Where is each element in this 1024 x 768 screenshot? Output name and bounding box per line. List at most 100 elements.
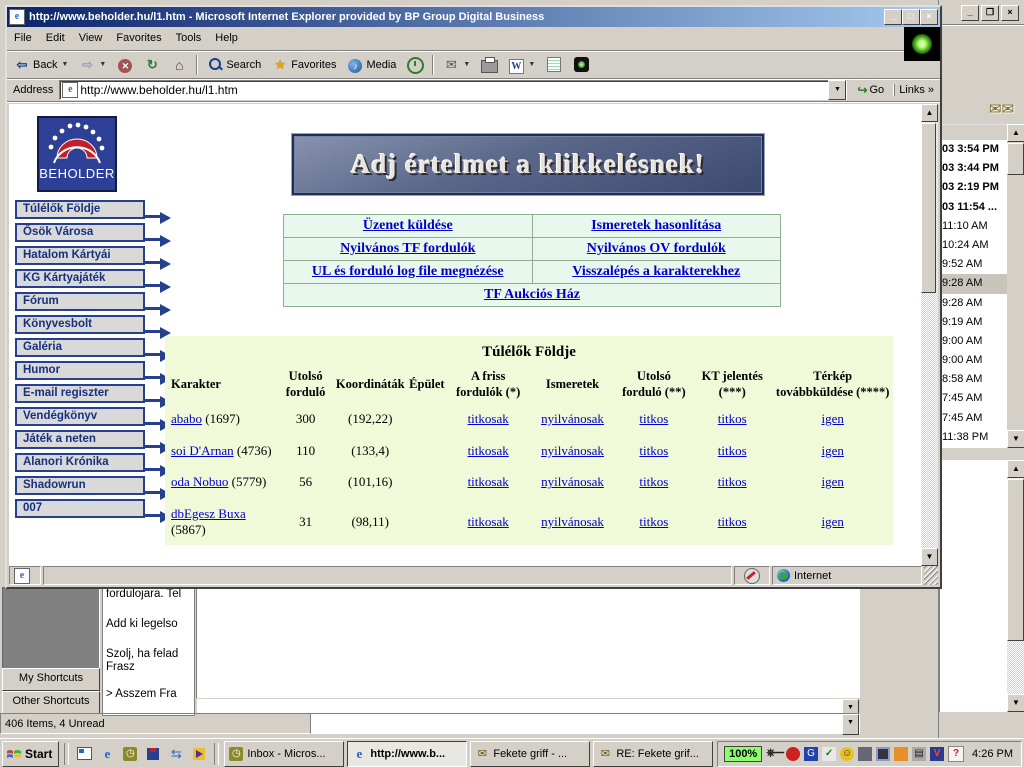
tray-printer-icon[interactable]: ▤ <box>912 747 926 761</box>
character-link[interactable]: ababo <box>171 411 202 426</box>
map-forward-link[interactable]: igen <box>821 411 843 426</box>
last-turn-link[interactable]: titkos <box>639 411 668 426</box>
maximize-icon[interactable]: □ <box>902 9 920 25</box>
link-uzenet-kuldese[interactable]: Üzenet küldése <box>363 218 453 233</box>
link-ul-log-file[interactable]: UL és forduló log file megnézése <box>312 264 504 279</box>
menu-edit[interactable]: Edit <box>39 27 72 50</box>
scroll-down-icon[interactable]: ▼ <box>1007 430 1024 448</box>
forward-button[interactable]: ⇨ ▼ <box>74 54 111 76</box>
list-item[interactable]: 7:45 AM <box>940 409 1008 428</box>
sidebar-item-alanori-kronika[interactable]: Alanori Krónika <box>15 453 145 472</box>
scrollbar-thumb[interactable] <box>921 123 936 293</box>
task-re-fekete-griff[interactable]: ✉ RE: Fekete grif... <box>593 741 713 767</box>
task-inbox[interactable]: ◷ Inbox - Micros... <box>224 741 344 767</box>
ie-launch-icon[interactable]: e <box>97 744 117 764</box>
media-player-icon[interactable] <box>189 744 209 764</box>
character-link[interactable]: soi D'Arnan <box>171 443 234 458</box>
address-field[interactable]: e ▼ <box>59 80 847 100</box>
sidebar-item-hatalom-kartyai[interactable]: Hatalom Kártyái <box>15 246 145 265</box>
map-forward-link[interactable]: igen <box>821 443 843 458</box>
map-forward-link[interactable]: igen <box>821 474 843 489</box>
tray-network-icon[interactable] <box>858 747 872 761</box>
character-link[interactable]: dbEgesz Buxa <box>171 506 246 521</box>
banner[interactable]: Adj értelmet a klikkelésnek! <box>292 134 764 195</box>
start-button[interactable]: Start <box>2 741 59 767</box>
ie-brand-button[interactable] <box>568 54 594 76</box>
tray-notes-icon[interactable] <box>894 747 908 761</box>
knowledge-link[interactable]: nyilvánosak <box>541 514 604 529</box>
tray-search-icon[interactable]: ? <box>948 746 964 762</box>
close-icon[interactable]: × <box>920 9 938 25</box>
kt-report-link[interactable]: titkos <box>718 411 747 426</box>
dropdown-icon[interactable]: ▼ <box>842 714 859 735</box>
minimize-icon[interactable]: _ <box>884 9 902 25</box>
fresh-turns-link[interactable]: titkosak <box>468 411 509 426</box>
close-icon[interactable]: × <box>1001 5 1019 21</box>
page-scrollbar[interactable]: ▲ ▼ <box>921 104 938 566</box>
list-item[interactable]: 11:38 PM <box>940 428 1008 447</box>
scrollbar-thumb[interactable] <box>1007 143 1024 175</box>
task-ie-beholder[interactable]: e http://www.b... <box>347 741 467 767</box>
tray-monitor-icon[interactable] <box>876 747 890 761</box>
menu-file[interactable]: File <box>7 27 39 50</box>
horizontal-scrollbar[interactable]: ▼ <box>196 698 860 714</box>
home-button[interactable]: ⌂ <box>166 54 192 76</box>
link-nyilvanos-ov-fordulok[interactable]: Nyilvános OV fordulók <box>587 241 726 256</box>
discuss-button[interactable] <box>541 54 567 76</box>
go-button[interactable]: ↪ Go <box>851 82 890 98</box>
last-turn-link[interactable]: titkos <box>639 514 668 529</box>
list-item[interactable]: 9:28 AM <box>940 294 1008 313</box>
list-item[interactable]: 03 3:44 PM <box>940 159 1008 178</box>
sidebar-item-konyvesbolt[interactable]: Könyvesbolt <box>15 315 145 334</box>
search-button[interactable]: Search <box>202 54 266 76</box>
link-tf-aukcios-haz[interactable]: TF Aukciós Ház <box>484 287 580 302</box>
tray-messenger-icon[interactable]: ☺ <box>840 747 854 761</box>
scroll-up-icon[interactable]: ▲ <box>1007 124 1024 142</box>
floppy-icon[interactable] <box>143 744 163 764</box>
reading-pane-scrollbar[interactable]: ▲ ▼ <box>1007 460 1024 712</box>
kt-report-link[interactable]: titkos <box>718 443 747 458</box>
list-scrollbar[interactable]: ▲ ▼ <box>1007 124 1024 448</box>
tray-display-settings-icon[interactable] <box>786 747 800 761</box>
resize-grip[interactable] <box>924 566 938 585</box>
character-link[interactable]: oda Nobuo <box>171 474 228 489</box>
address-input[interactable] <box>78 83 828 97</box>
sidebar-item-galeria[interactable]: Galéria <box>15 338 145 357</box>
scrollbar-thumb[interactable] <box>1007 479 1024 641</box>
list-item-selected[interactable]: 9:28 AM <box>940 274 1008 293</box>
edit-button[interactable]: W ▼ <box>503 54 540 76</box>
fresh-turns-link[interactable]: titkosak <box>468 474 509 489</box>
list-item[interactable]: 10:24 AM <box>940 236 1008 255</box>
list-column-header[interactable] <box>939 124 1009 141</box>
menu-tools[interactable]: Tools <box>169 27 209 50</box>
beholder-logo[interactable]: BEHOLDER <box>37 116 117 192</box>
map-forward-link[interactable]: igen <box>821 514 843 529</box>
link-ismeretek-hasonlitasa[interactable]: Ismeretek hasonlítása <box>591 218 721 233</box>
tray-app-icon[interactable]: G <box>804 747 818 761</box>
refresh-button[interactable]: ↻ <box>139 54 165 76</box>
list-item[interactable]: 8:58 AM <box>940 370 1008 389</box>
link-visszalepes[interactable]: Visszalépés a karakterekhez <box>572 264 740 279</box>
mail-button[interactable]: ✉ ▼ <box>438 54 475 76</box>
other-shortcuts-button[interactable]: Other Shortcuts <box>2 691 100 714</box>
sidebar-item-email-regiszter[interactable]: E-mail regiszter <box>15 384 145 403</box>
sidebar-item-osok-varosa[interactable]: Ősök Városa <box>15 223 145 242</box>
back-button[interactable]: ⇦ Back ▼ <box>9 54 73 76</box>
knowledge-link[interactable]: nyilvánosak <box>541 443 604 458</box>
sidebar-item-007[interactable]: 007 <box>15 499 145 518</box>
title-bar[interactable]: e http://www.beholder.hu/l1.htm - Micros… <box>7 7 940 27</box>
tray-virus-shield-icon[interactable]: V <box>930 747 944 761</box>
last-turn-link[interactable]: titkos <box>639 443 668 458</box>
my-shortcuts-button[interactable]: My Shortcuts <box>2 668 100 691</box>
battery-indicator[interactable]: 100% <box>724 746 762 762</box>
kt-report-link[interactable]: titkos <box>718 514 747 529</box>
sidebar-item-vendegkonyv[interactable]: Vendégkönyv <box>15 407 145 426</box>
menu-favorites[interactable]: Favorites <box>109 27 168 50</box>
kt-report-link[interactable]: titkos <box>718 474 747 489</box>
sidebar-item-kg-kartyajatek[interactable]: KG Kártyajáték <box>15 269 145 288</box>
list-item[interactable]: 9:00 AM <box>940 332 1008 351</box>
list-item[interactable]: 9:00 AM <box>940 351 1008 370</box>
sidebar-item-shadowrun[interactable]: Shadowrun <box>15 476 145 495</box>
link-nyilvanos-tf-fordulok[interactable]: Nyilvános TF fordulók <box>340 241 475 256</box>
favorites-button[interactable]: ★ Favorites <box>267 54 341 76</box>
